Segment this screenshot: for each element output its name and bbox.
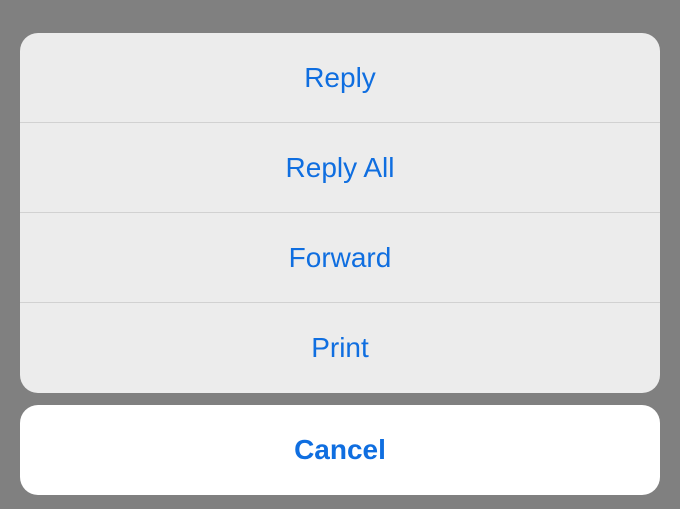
reply-all-label: Reply All [286, 152, 395, 184]
cancel-label: Cancel [294, 434, 386, 466]
print-button[interactable]: Print [20, 303, 660, 393]
action-sheet-options: Reply Reply All Forward Print [20, 33, 660, 393]
reply-label: Reply [304, 62, 376, 94]
reply-button[interactable]: Reply [20, 33, 660, 123]
forward-label: Forward [289, 242, 392, 274]
action-sheet: Reply Reply All Forward Print Cancel [20, 33, 660, 495]
forward-button[interactable]: Forward [20, 213, 660, 303]
cancel-button[interactable]: Cancel [20, 405, 660, 495]
reply-all-button[interactable]: Reply All [20, 123, 660, 213]
print-label: Print [311, 332, 369, 364]
